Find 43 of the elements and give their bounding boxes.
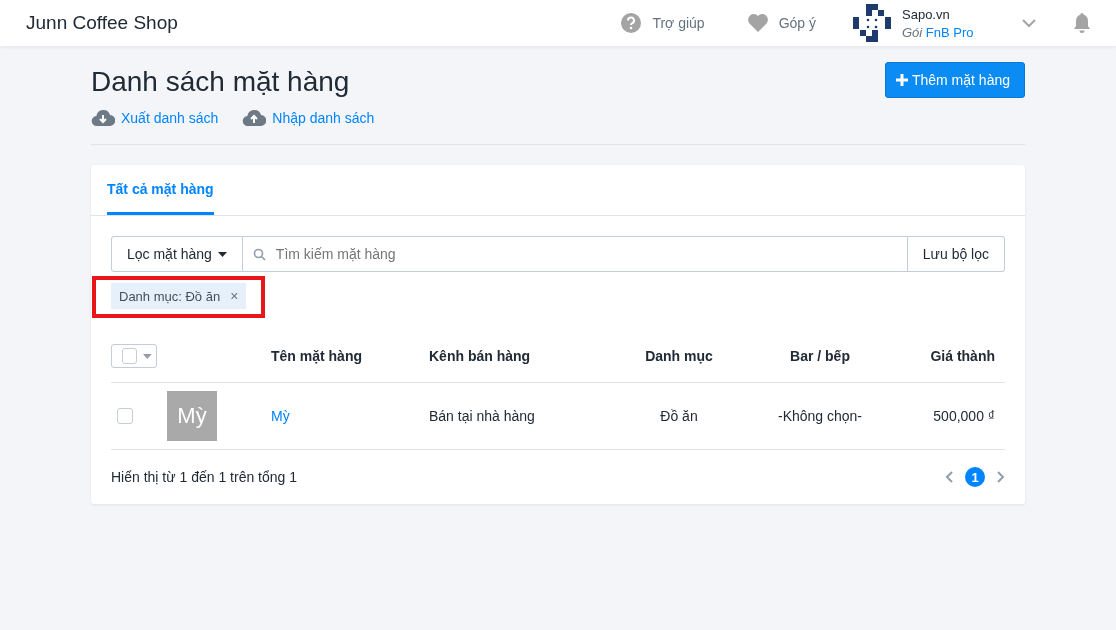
add-item-button[interactable]: Thêm mặt hàng bbox=[884, 62, 1025, 98]
plus-icon bbox=[895, 74, 908, 86]
table-cell-text: 500,000 ₫ bbox=[932, 408, 996, 424]
tab[interactable]: Tất cả mặt hàng bbox=[107, 165, 214, 215]
search-box[interactable]: Tìm kiếm mặt hàng bbox=[242, 236, 908, 272]
search-icon bbox=[252, 247, 266, 261]
help-link[interactable]: Trợ giúp bbox=[614, 11, 711, 35]
column-header: Tên mặt hàng bbox=[271, 348, 363, 364]
remove-tag-button[interactable]: × bbox=[230, 288, 239, 304]
table-cell-text: Đồ ăn bbox=[659, 408, 699, 424]
avatar-icon[interactable] bbox=[852, 3, 892, 43]
chevron-down-icon[interactable] bbox=[1022, 18, 1036, 28]
previous-page-button[interactable] bbox=[945, 471, 953, 483]
caret-icon bbox=[143, 353, 152, 359]
heart-icon bbox=[746, 13, 769, 33]
shop-name: Junn Coffee Shop bbox=[26, 12, 179, 34]
column-header: Kênh bán hàng bbox=[429, 348, 532, 364]
column-header: Danh mục bbox=[644, 348, 714, 364]
save-filter-button[interactable]: Lưu bộ lọc bbox=[907, 236, 1005, 272]
column-header: Giá thành bbox=[929, 348, 996, 364]
thumbnail: Mỳ bbox=[167, 391, 217, 441]
account-name: Sapo.vn bbox=[902, 6, 951, 22]
next-page-button[interactable] bbox=[997, 471, 1005, 483]
bell-icon[interactable] bbox=[1072, 12, 1092, 34]
table-cell-text: Bán tại nhà hàng bbox=[429, 408, 536, 424]
table-cell-text: -Không chọn- bbox=[776, 408, 864, 424]
checkbox[interactable] bbox=[117, 408, 133, 424]
cloud-download-icon bbox=[91, 110, 115, 126]
plan-label: Gói FnB Pro bbox=[902, 24, 975, 40]
cloud-upload-icon bbox=[242, 110, 267, 126]
export-link[interactable]: Xuất danh sách bbox=[91, 110, 219, 126]
filter-tag-label: Danh mục: Đồ ăn bbox=[119, 288, 221, 304]
caret-icon bbox=[217, 251, 227, 257]
import-link[interactable]: Nhập danh sách bbox=[242, 110, 375, 126]
filter-dropdown[interactable]: Lọc mặt hàng bbox=[111, 236, 243, 272]
page-title: Danh sách mặt hàng bbox=[91, 66, 351, 98]
page-button[interactable]: 1 bbox=[965, 467, 985, 487]
results-summary: Hiển thị từ 1 đến 1 trên tổng 1 bbox=[111, 469, 298, 485]
item-name-link[interactable]: Mỳ bbox=[271, 408, 290, 424]
help-icon bbox=[620, 12, 643, 34]
select-all-control[interactable] bbox=[111, 344, 157, 368]
column-header: Bar / bếp bbox=[789, 348, 851, 364]
feedback-link[interactable]: Góp ý bbox=[740, 12, 822, 34]
